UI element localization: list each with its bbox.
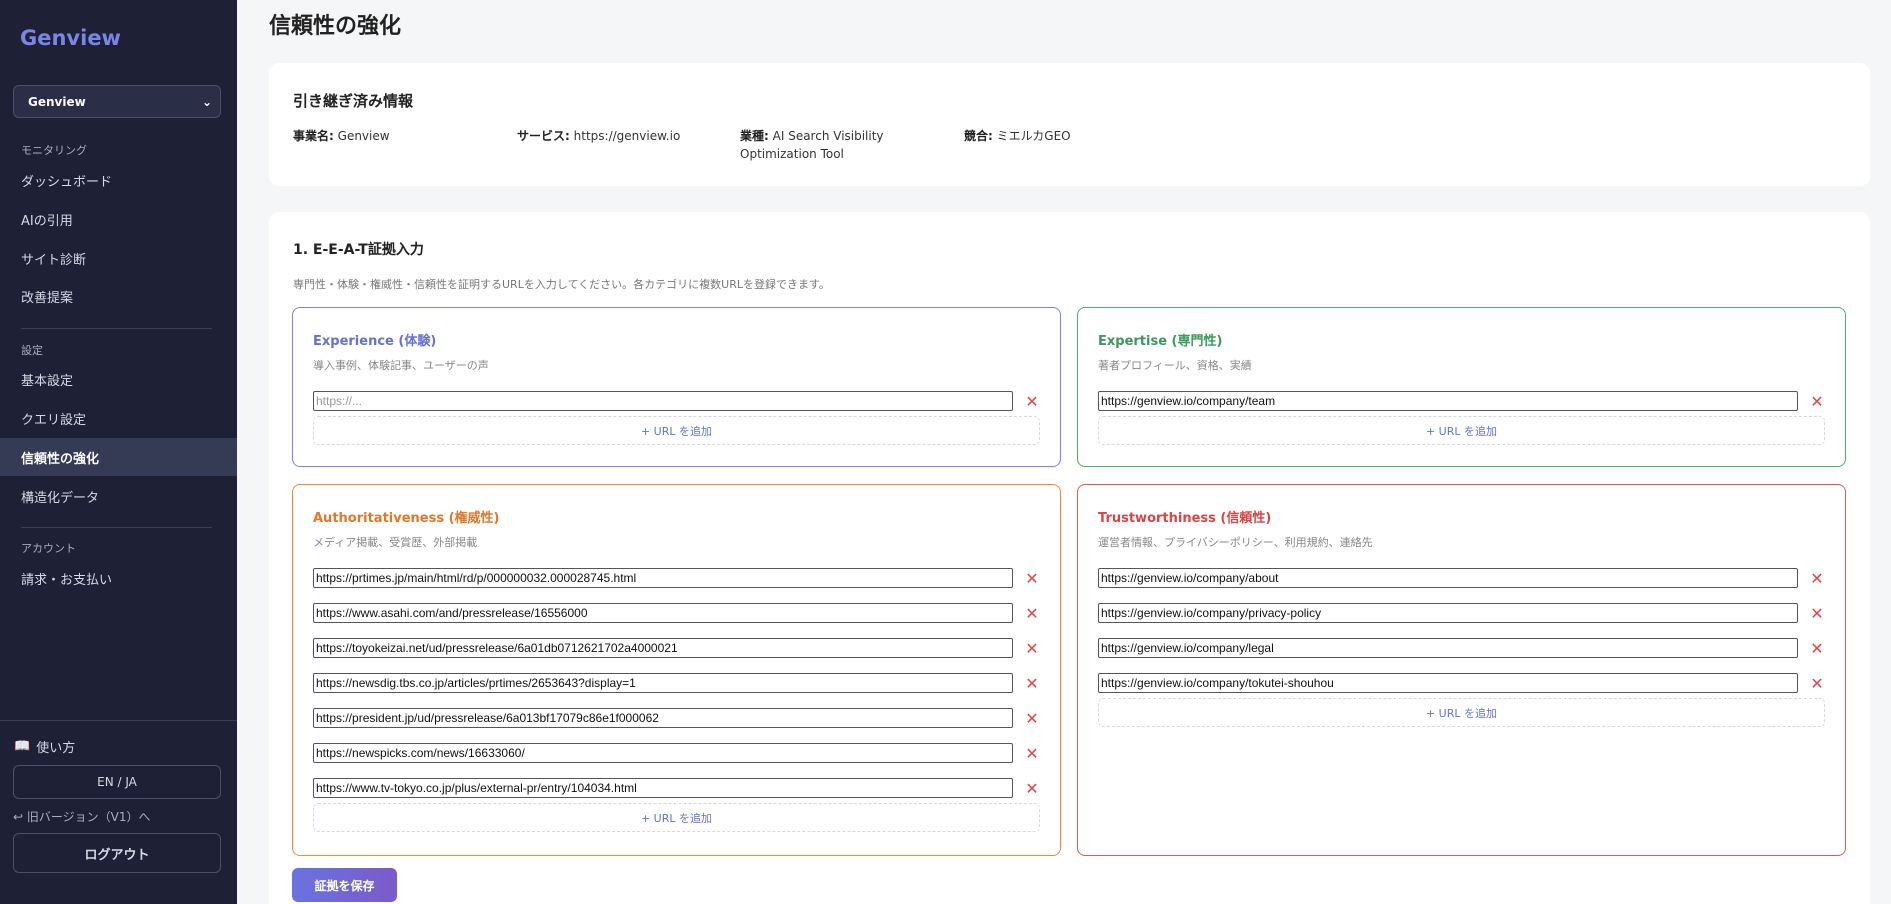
url-row: ✕ bbox=[1098, 391, 1826, 411]
info-service-value: https://genview.io bbox=[573, 129, 681, 143]
experience-box: Experience (体験) 導入事例、体験記事、ユーザーの声 ✕ + URL… bbox=[292, 307, 1061, 467]
sidebar-item-structured-data[interactable]: 構造化データ bbox=[0, 477, 237, 515]
close-icon[interactable]: ✕ bbox=[1808, 568, 1826, 588]
url-row: ✕ bbox=[313, 708, 1041, 728]
info-business-value: Genview bbox=[337, 129, 390, 143]
close-icon[interactable]: ✕ bbox=[1023, 603, 1041, 623]
url-row: ✕ bbox=[1098, 568, 1826, 588]
sidebar-item-billing[interactable]: 請求・お支払い bbox=[0, 559, 237, 597]
book-icon: 📖 bbox=[14, 739, 31, 754]
close-icon[interactable]: ✕ bbox=[1023, 708, 1041, 728]
save-evidence-button[interactable]: 証拠を保存 bbox=[292, 868, 397, 902]
sidebar-item-basic-settings[interactable]: 基本設定 bbox=[0, 360, 237, 398]
trustworthiness-box: Trustworthiness (信頼性) 運営者情報、プライバシーポリシー、利… bbox=[1077, 484, 1846, 856]
language-toggle-button[interactable]: EN / JA bbox=[13, 765, 221, 799]
info-business: 事業名: Genview bbox=[293, 127, 390, 145]
nav-divider bbox=[21, 527, 212, 528]
sidebar-divider bbox=[0, 720, 237, 721]
sidebar-item-improvements[interactable]: 改善提案 bbox=[0, 277, 237, 315]
sidebar-item-query-settings[interactable]: クエリ設定 bbox=[0, 399, 237, 437]
url-row: ✕ bbox=[313, 743, 1041, 763]
logout-button[interactable]: ログアウト bbox=[13, 833, 221, 873]
authoritativeness-url-input[interactable] bbox=[313, 638, 1013, 658]
url-row: ✕ bbox=[1098, 673, 1826, 693]
trustworthiness-description: 運営者情報、プライバシーポリシー、利用規約、連絡先 bbox=[1098, 536, 1373, 549]
url-row: ✕ bbox=[313, 673, 1041, 693]
authoritativeness-url-input[interactable] bbox=[313, 673, 1013, 693]
close-icon[interactable]: ✕ bbox=[1808, 391, 1826, 411]
project-select[interactable]: Genview ⌄ bbox=[13, 85, 221, 118]
trustworthiness-url-input[interactable] bbox=[1098, 603, 1798, 623]
authoritativeness-description: メディア掲載、受賞歴、外部掲載 bbox=[313, 536, 478, 549]
info-business-label: 事業名: bbox=[293, 129, 334, 143]
howto-label: 使い方 bbox=[36, 741, 76, 756]
info-competitor-value: ミエルカGEO bbox=[996, 129, 1071, 143]
inherited-info-card: 引き継ぎ済み情報 事業名: Genview サービス: https://genv… bbox=[269, 63, 1870, 186]
experience-description: 導入事例、体験記事、ユーザーの声 bbox=[313, 359, 489, 372]
sidebar-item-ai-citations[interactable]: AIの引用 bbox=[0, 200, 237, 238]
expertise-url-input[interactable] bbox=[1098, 391, 1798, 411]
nav-section-account: アカウント bbox=[21, 542, 76, 555]
expertise-box: Expertise (専門性) 著者プロフィール、資格、実績 ✕ + URL を… bbox=[1077, 307, 1846, 467]
app-logo[interactable]: Genview bbox=[20, 26, 121, 50]
url-row: ✕ bbox=[1098, 638, 1826, 658]
trustworthiness-title: Trustworthiness (信頼性) bbox=[1098, 511, 1272, 526]
close-icon[interactable]: ✕ bbox=[1808, 673, 1826, 693]
authoritativeness-url-input[interactable] bbox=[313, 778, 1013, 798]
url-row: ✕ bbox=[313, 391, 1041, 411]
url-row: ✕ bbox=[313, 638, 1041, 658]
trustworthiness-url-input[interactable] bbox=[1098, 568, 1798, 588]
sidebar-item-dashboard[interactable]: ダッシュボード bbox=[0, 161, 237, 199]
authoritativeness-box: Authoritativeness (権威性) メディア掲載、受賞歴、外部掲載 … bbox=[292, 484, 1061, 856]
sidebar-item-trust[interactable]: 信頼性の強化 bbox=[0, 438, 237, 476]
trustworthiness-url-input[interactable] bbox=[1098, 638, 1798, 658]
trustworthiness-add-url-button[interactable]: + URL を追加 bbox=[1098, 698, 1825, 727]
project-select-value: Genview bbox=[28, 94, 86, 109]
eeat-card: 1. E-E-A-T証拠入力 専門性・体験・権威性・信頼性を証明するURLを入力… bbox=[269, 212, 1870, 904]
authoritativeness-title: Authoritativeness (権威性) bbox=[313, 511, 500, 526]
url-row: ✕ bbox=[313, 568, 1041, 588]
experience-add-url-button[interactable]: + URL を追加 bbox=[313, 416, 1040, 445]
eeat-section-title: 1. E-E-A-T証拠入力 bbox=[293, 242, 424, 258]
howto-link[interactable]: 📖 使い方 bbox=[14, 737, 75, 756]
url-row: ✕ bbox=[313, 778, 1041, 798]
authoritativeness-url-input[interactable] bbox=[313, 708, 1013, 728]
sidebar: Genview Genview ⌄ モニタリング ダッシュボード AIの引用 サ… bbox=[0, 0, 237, 904]
close-icon[interactable]: ✕ bbox=[1023, 638, 1041, 658]
expertise-description: 著者プロフィール、資格、実績 bbox=[1098, 359, 1252, 372]
info-competitor: 競合: ミエルカGEO bbox=[964, 127, 1071, 145]
authoritativeness-url-input[interactable] bbox=[313, 568, 1013, 588]
close-icon[interactable]: ✕ bbox=[1808, 603, 1826, 623]
experience-title: Experience (体験) bbox=[313, 334, 437, 349]
close-icon[interactable]: ✕ bbox=[1023, 778, 1041, 798]
nav-section-monitoring: モニタリング bbox=[21, 144, 87, 157]
inherited-info-title: 引き継ぎ済み情報 bbox=[293, 92, 414, 110]
close-icon[interactable]: ✕ bbox=[1023, 743, 1041, 763]
info-service: サービス: https://genview.io bbox=[517, 127, 680, 145]
eeat-section-description: 専門性・体験・権威性・信頼性を証明するURLを入力してください。各カテゴリに複数… bbox=[293, 278, 830, 291]
authoritativeness-add-url-button[interactable]: + URL を追加 bbox=[313, 803, 1040, 832]
url-row: ✕ bbox=[313, 603, 1041, 623]
close-icon[interactable]: ✕ bbox=[1023, 673, 1041, 693]
nav-divider bbox=[21, 328, 212, 329]
info-industry: 業種: AI Search Visibility Optimization To… bbox=[740, 127, 900, 163]
close-icon[interactable]: ✕ bbox=[1808, 638, 1826, 658]
authoritativeness-url-input[interactable] bbox=[313, 603, 1013, 623]
expertise-title: Expertise (専門性) bbox=[1098, 334, 1223, 349]
url-row: ✕ bbox=[1098, 603, 1826, 623]
experience-url-input[interactable] bbox=[313, 391, 1013, 411]
trustworthiness-url-input[interactable] bbox=[1098, 673, 1798, 693]
page-title: 信頼性の強化 bbox=[269, 14, 402, 39]
old-version-link[interactable]: ↩ 旧バージョン（V1）へ bbox=[13, 808, 150, 825]
sidebar-item-site-diagnosis[interactable]: サイト診断 bbox=[0, 239, 237, 277]
close-icon[interactable]: ✕ bbox=[1023, 391, 1041, 411]
nav-section-settings: 設定 bbox=[21, 344, 43, 357]
expertise-add-url-button[interactable]: + URL を追加 bbox=[1098, 416, 1825, 445]
info-service-label: サービス: bbox=[517, 129, 570, 143]
info-industry-label: 業種: bbox=[740, 129, 769, 143]
chevron-down-icon: ⌄ bbox=[201, 94, 212, 109]
authoritativeness-url-input[interactable] bbox=[313, 743, 1013, 763]
info-competitor-label: 競合: bbox=[964, 129, 993, 143]
close-icon[interactable]: ✕ bbox=[1023, 568, 1041, 588]
